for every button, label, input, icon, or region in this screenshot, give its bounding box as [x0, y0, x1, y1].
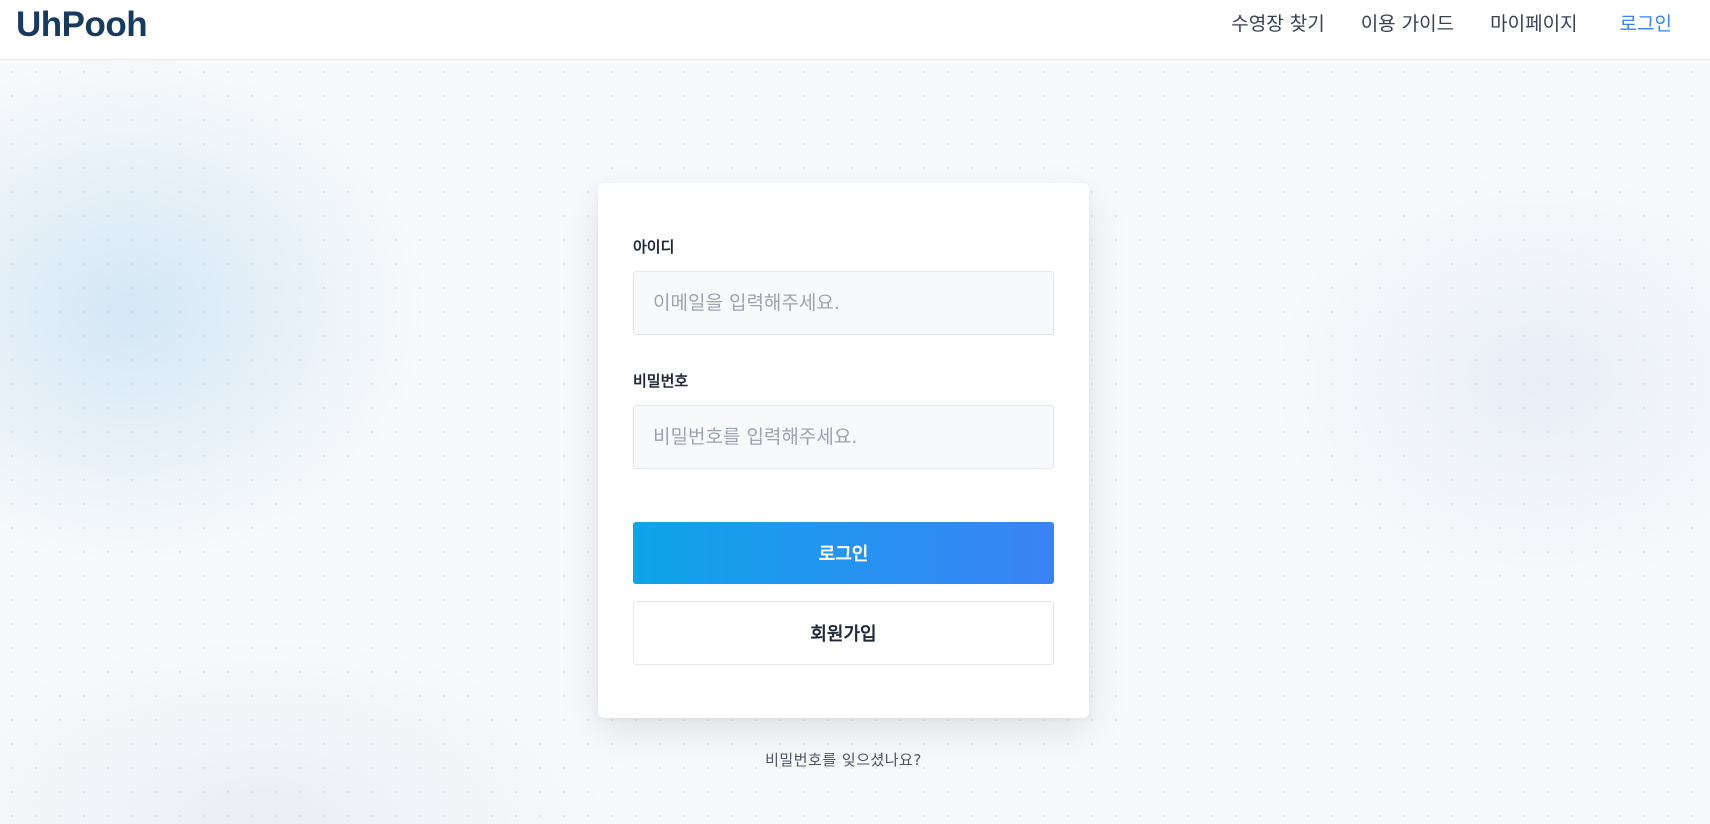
- logo[interactable]: UhPooh: [16, 4, 148, 46]
- top-navbar: UhPooh 수영장 찾기 이용 가이드 마이페이지 로그인: [0, 0, 1710, 60]
- forgot-password-link[interactable]: 비밀번호를 잊으셨나요?: [598, 749, 1089, 770]
- id-input[interactable]: [633, 271, 1054, 335]
- signup-button[interactable]: 회원가입: [633, 601, 1054, 665]
- login-button[interactable]: 로그인: [633, 522, 1054, 584]
- nav-guide[interactable]: 이용 가이드: [1361, 12, 1454, 36]
- password-input[interactable]: [633, 405, 1054, 469]
- nav-find-pool[interactable]: 수영장 찾기: [1231, 12, 1324, 36]
- nav-mypage[interactable]: 마이페이지: [1490, 12, 1577, 36]
- main-nav: 수영장 찾기 이용 가이드 마이페이지 로그인: [1195, 12, 1672, 36]
- password-label: 비밀번호: [633, 372, 689, 390]
- login-card: 아이디 비밀번호 로그인 회원가입: [598, 183, 1089, 718]
- nav-login[interactable]: 로그인: [1620, 12, 1672, 36]
- id-label: 아이디: [633, 238, 675, 256]
